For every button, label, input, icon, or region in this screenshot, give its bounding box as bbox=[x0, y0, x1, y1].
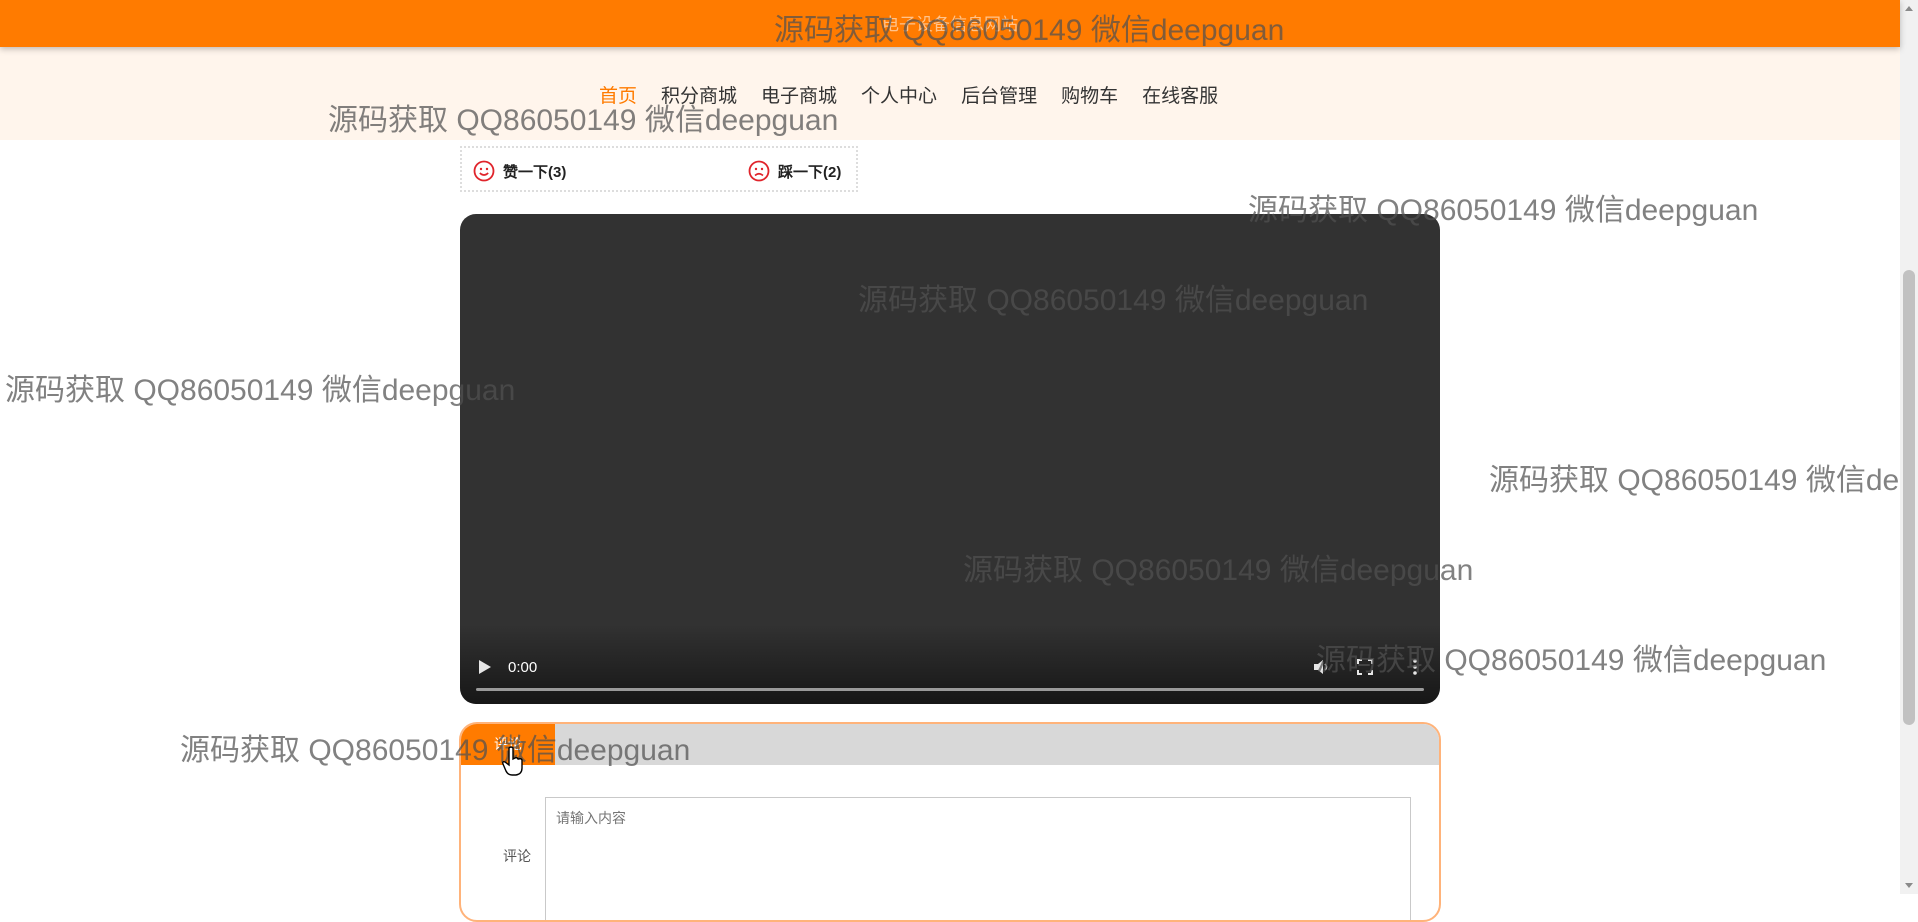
video-progress-bar[interactable] bbox=[476, 688, 1424, 691]
volume-icon[interactable] bbox=[1312, 658, 1330, 676]
watermark-text: 源码获取 QQ86050149 微信deepguan bbox=[1489, 464, 1900, 497]
video-controls: 0:00 bbox=[460, 624, 1440, 704]
nav-item-home[interactable]: 首页 bbox=[599, 81, 637, 108]
nav-menu: 首页 积分商城 电子商城 个人中心 后台管理 购物车 在线客服 bbox=[599, 81, 1242, 108]
comment-field-label: 评论 bbox=[503, 848, 531, 864]
comment-panel: 评论 评论 bbox=[459, 722, 1441, 922]
nav-item-personal-center[interactable]: 个人中心 bbox=[861, 81, 937, 108]
nav-item-customer-service[interactable]: 在线客服 bbox=[1142, 81, 1218, 108]
site-title: 电子设备信息网站 bbox=[882, 15, 1018, 34]
nav-item-electronics-mall[interactable]: 电子商城 bbox=[761, 81, 837, 108]
dislike-count-label: 踩一下(2) bbox=[778, 163, 842, 181]
scroll-down-arrow-icon[interactable] bbox=[1905, 883, 1913, 888]
scroll-up-arrow-icon[interactable] bbox=[1905, 6, 1913, 11]
fullscreen-icon[interactable] bbox=[1356, 658, 1374, 676]
nav-item-cart[interactable]: 购物车 bbox=[1061, 81, 1118, 108]
like-button[interactable]: 赞一下(3) bbox=[473, 160, 566, 182]
video-time: 0:00 bbox=[508, 659, 538, 676]
frown-icon bbox=[748, 160, 770, 182]
like-count-label: 赞一下(3) bbox=[503, 163, 567, 181]
video-player[interactable]: 0:00 bbox=[460, 214, 1440, 704]
hand-cursor-icon bbox=[502, 746, 523, 776]
play-icon[interactable] bbox=[478, 659, 492, 675]
watermark-text: 源码获取 QQ86050149 微信deepguan bbox=[5, 374, 516, 407]
nav-item-admin[interactable]: 后台管理 bbox=[961, 81, 1037, 108]
smile-icon bbox=[473, 160, 495, 182]
nav-bar: 首页 积分商城 电子商城 个人中心 后台管理 购物车 在线客服 bbox=[0, 47, 1900, 140]
comment-panel-header: 评论 bbox=[461, 724, 1439, 765]
nav-item-points-mall[interactable]: 积分商城 bbox=[661, 81, 737, 108]
more-options-icon[interactable] bbox=[1412, 658, 1418, 676]
scroll-thumb[interactable] bbox=[1903, 270, 1915, 725]
comment-textarea[interactable] bbox=[545, 797, 1411, 920]
vote-box: 赞一下(3) 踩一下(2) bbox=[460, 146, 858, 192]
top-bar: 电子设备信息网站 bbox=[0, 0, 1900, 47]
dislike-button[interactable]: 踩一下(2) bbox=[748, 160, 841, 182]
page-scrollbar[interactable] bbox=[1900, 0, 1918, 894]
